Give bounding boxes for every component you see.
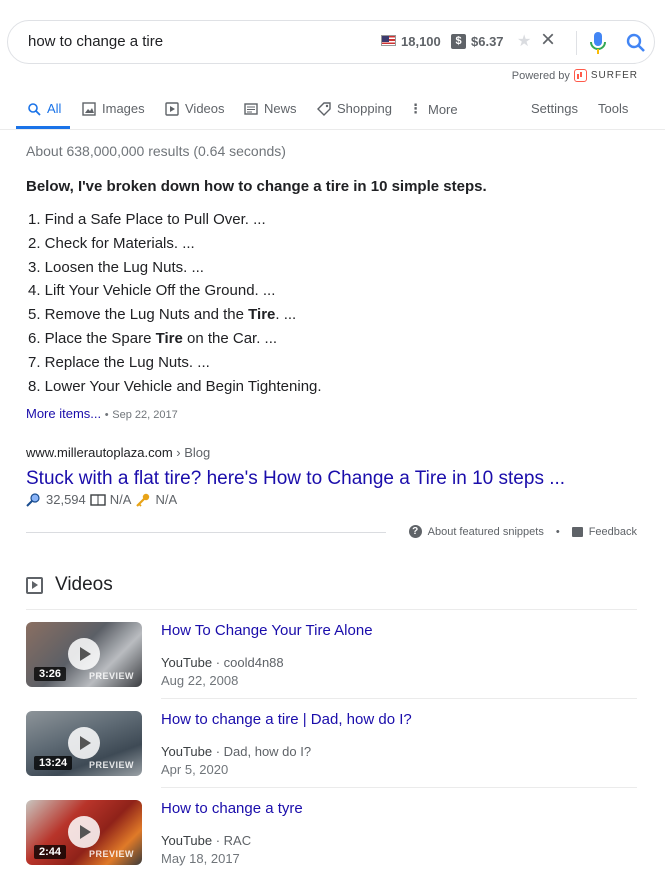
tab-news[interactable]: News [244, 101, 297, 116]
list-item: 7. Replace the Lug Nuts. ... [28, 353, 210, 371]
play-icon [68, 816, 100, 848]
videos-heading: Videos [55, 574, 113, 595]
separator-dot: • [555, 525, 560, 538]
video-title-link[interactable]: How To Change Your Tire Alone [161, 622, 373, 639]
video-item[interactable]: 13:24 PREVIEW How to change a tire | Dad… [26, 699, 637, 788]
video-date: May 18, 2017 [161, 851, 240, 866]
key-icon [136, 493, 150, 507]
help-icon: ? [408, 525, 422, 538]
video-duration: 13:24 [34, 756, 73, 770]
cpc-value: $6.37 [471, 34, 504, 49]
active-tab-indicator [16, 126, 70, 129]
feedback-icon [571, 526, 583, 537]
video-item[interactable]: 2:44 PREVIEW How to change a tyre YouTub… [26, 788, 637, 877]
video-item[interactable]: 3:26 PREVIEW How To Change Your Tire Alo… [26, 610, 637, 699]
search-bar[interactable]: how to change a tire 18,100 $ $6.37 ★ × [7, 20, 655, 64]
tab-tools[interactable]: Tools [598, 101, 628, 116]
video-source: YouTube · RAC [161, 833, 252, 848]
list-item: 6. Place the Spare Tire on the Car. ... [28, 329, 278, 347]
clear-icon[interactable]: × [541, 28, 555, 52]
video-source: YouTube · Dad, how do I? [161, 744, 312, 759]
video-play-icon [26, 576, 43, 594]
more-items-line: More items... • Sep 22, 2017 [26, 406, 178, 421]
tab-label: Tools [598, 101, 629, 116]
preview-label: PREVIEW [88, 671, 134, 681]
play-icon [68, 638, 100, 670]
metric-key: N/A [155, 492, 178, 507]
result-stats: About 638,000,000 results (0.64 seconds) [26, 143, 286, 159]
powered-by: Powered by SURFER [512, 69, 638, 82]
search-volume: 18,100 [401, 34, 441, 49]
video-thumbnail[interactable]: 3:26 PREVIEW [26, 622, 142, 687]
star-icon[interactable]: ★ [517, 31, 531, 51]
search-tabs: All Images Videos News Shopping ⋮ More S… [0, 96, 665, 130]
list-item: 4. Lift Your Vehicle Off the Ground. ... [28, 282, 276, 300]
metric-book: N/A [109, 492, 132, 507]
surfer-brand: SURFER [590, 70, 638, 81]
search-icon[interactable] [624, 31, 648, 55]
search-icon [28, 102, 41, 116]
separator-dot: • [104, 409, 109, 421]
tab-label: Images [102, 101, 145, 116]
list-item: 3. Loosen the Lug Nuts. ... [28, 258, 204, 276]
image-icon [82, 101, 96, 116]
book-icon [90, 493, 106, 506]
video-source: YouTube · coold4n88 [161, 655, 284, 670]
search-input[interactable]: how to change a tire [28, 33, 163, 50]
news-icon [244, 102, 258, 115]
dollar-icon: $ [451, 34, 466, 49]
tab-label: Videos [185, 101, 225, 116]
list-item: 5. Remove the Lug Nuts and the Tire. ... [28, 306, 297, 324]
tab-more[interactable]: ⋮ More [409, 101, 458, 117]
tab-label: All [47, 101, 62, 116]
play-icon [165, 101, 179, 116]
us-flag-icon [381, 35, 396, 46]
more-vert-icon: ⋮ [409, 101, 422, 116]
video-title-link[interactable]: How to change a tyre [161, 800, 303, 817]
breadcrumb: › Blog [172, 445, 211, 460]
powered-by-label: Powered by [511, 69, 570, 82]
tab-shopping[interactable]: Shopping [317, 101, 392, 116]
tab-label: Shopping [337, 101, 392, 116]
video-duration: 2:44 [34, 845, 67, 859]
play-icon [68, 727, 100, 759]
snippet-steps: 1. Find a Safe Place to Pull Over. ... 2… [28, 208, 322, 398]
tab-label: More [428, 101, 458, 117]
snippet-heading: Below, I've broken down how to change a … [26, 178, 487, 195]
list-item: 1. Find a Safe Place to Pull Over. ... [28, 211, 266, 228]
result-url: www.millerautoplaza.com › Blog [26, 445, 210, 460]
tab-all[interactable]: All [27, 101, 61, 116]
snippet-date: Sep 22, 2017 [112, 409, 178, 421]
tab-label: News [264, 101, 297, 116]
tab-settings[interactable]: Settings [531, 101, 578, 116]
tab-images[interactable]: Images [82, 101, 145, 116]
snippet-footer: ? About featured snippets • Feedback [408, 525, 637, 538]
preview-label: PREVIEW [88, 760, 134, 770]
feedback-link[interactable]: Feedback [589, 526, 637, 538]
more-items-link[interactable]: More items... [26, 406, 101, 421]
video-thumbnail[interactable]: 13:24 PREVIEW [26, 711, 142, 776]
surfer-logo-icon [573, 69, 587, 82]
video-date: Apr 5, 2020 [161, 762, 229, 777]
result-title-link[interactable]: Stuck with a flat tire? here's How to Ch… [26, 468, 565, 490]
divider [26, 532, 386, 533]
magnifier-icon [26, 492, 40, 507]
video-thumbnail[interactable]: 2:44 PREVIEW [26, 800, 142, 865]
search-divider [576, 31, 577, 55]
list-item: 8. Lower Your Vehicle and Begin Tighteni… [28, 377, 322, 395]
preview-label: PREVIEW [88, 849, 134, 859]
tab-videos[interactable]: Videos [165, 101, 225, 116]
tab-label: Settings [531, 101, 578, 116]
video-title-link[interactable]: How to change a tire | Dad, how do I? [161, 711, 412, 728]
list-item: 2. Check for Materials. ... [28, 234, 195, 252]
metric-searches: 32,594 [46, 492, 86, 507]
video-date: Aug 22, 2008 [161, 673, 239, 688]
videos-section-header: Videos [26, 574, 113, 596]
result-domain: www.millerautoplaza.com [26, 445, 173, 460]
video-duration: 3:26 [34, 667, 67, 681]
seo-metrics: 32,594 N/A N/A [26, 492, 177, 507]
about-snippets-link[interactable]: About featured snippets [428, 526, 544, 538]
microphone-icon[interactable] [587, 30, 609, 56]
tag-icon [317, 101, 331, 116]
